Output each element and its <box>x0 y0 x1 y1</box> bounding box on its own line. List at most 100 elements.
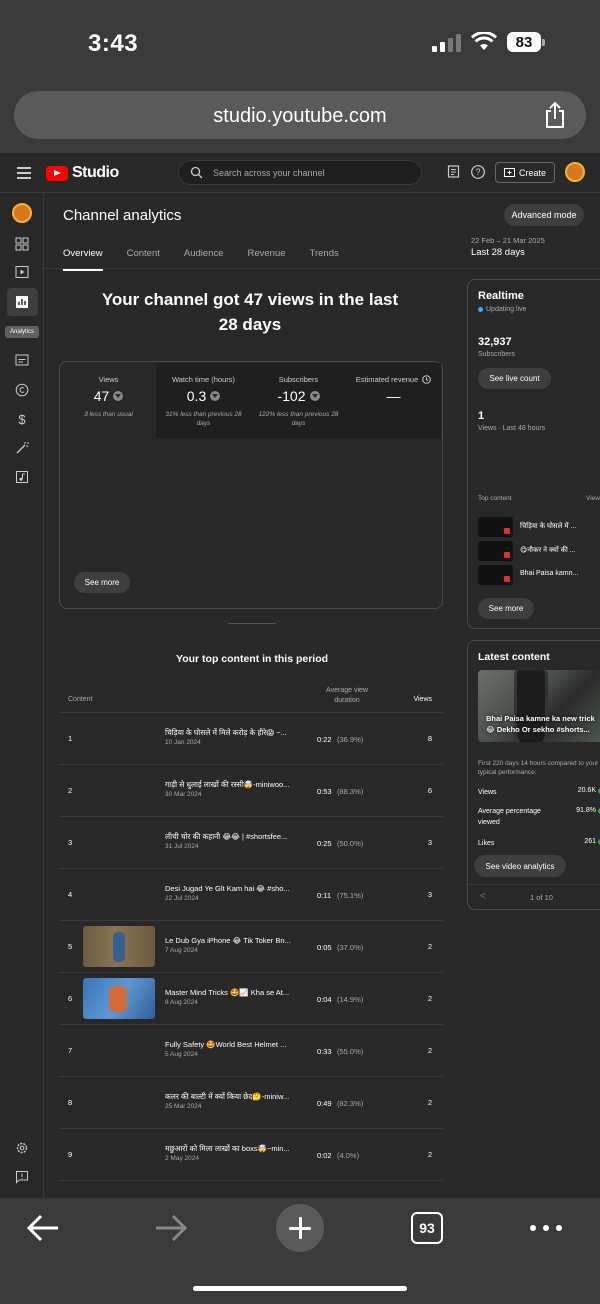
video-views: 6 <box>427 786 432 795</box>
date-period-label[interactable]: Last 28 days <box>471 247 525 258</box>
see-live-count-button[interactable]: See live count <box>478 368 551 389</box>
audio-library-icon[interactable] <box>15 470 29 484</box>
table-row[interactable]: 4 Desi Jugad Ye Glt Kam hai 😂 #sho... 22 J… <box>59 869 443 921</box>
table-row[interactable]: 1 चिड़िया के घोसले में मिले करोड़ के हीरे… <box>59 713 443 765</box>
advanced-mode-button[interactable]: Advanced mode <box>504 204 584 226</box>
video-title[interactable]: चिड़िया के घोसले में मिले करोड़ के हीरे😱… <box>165 728 287 738</box>
earn-icon[interactable]: $ <box>15 412 29 426</box>
status-indicators: 83 <box>432 32 545 52</box>
share-icon[interactable] <box>542 101 568 134</box>
date-range[interactable]: 22 Feb – 21 Mar 2025 <box>471 236 545 245</box>
avg-view-duration: 0:11 <box>317 891 332 900</box>
table-row[interactable]: 2 गाड़ी से धुलाई लाखों की रस्सी🤯-miniwoo.… <box>59 765 443 817</box>
realtime-views-header: View <box>586 495 600 502</box>
video-title[interactable]: Master Mind Tricks 🤩📈 Kha se At... <box>165 988 289 997</box>
stat-value: 20.6K <box>577 787 596 794</box>
latest-content-title: Latest content <box>478 651 550 663</box>
realtime-see-more-button[interactable]: See more <box>478 598 534 619</box>
video-views: 2 <box>427 942 432 951</box>
channel-avatar[interactable] <box>12 203 32 223</box>
table-row[interactable]: 3 लीची चोर की कहानी 😂😂 | #shortsfee... 31 … <box>59 817 443 869</box>
avg-view-duration: 0:04 <box>317 995 332 1004</box>
customization-icon[interactable] <box>15 441 29 455</box>
avg-view-duration: 0:53 <box>317 787 332 796</box>
tabs-count-button[interactable]: 93 <box>411 1212 443 1244</box>
create-button[interactable]: Create <box>495 162 555 183</box>
create-icon <box>503 168 515 177</box>
table-row[interactable]: 9 मछुआरों को मिला लाखों का boxs🤯~min... 2 … <box>59 1129 443 1181</box>
avg-view-duration: 0:22 <box>317 735 332 744</box>
realtime-title: Realtime <box>478 290 524 302</box>
metric-subscribers[interactable]: Subscribers -102 122% less than previous… <box>251 363 346 438</box>
metric-revenue[interactable]: Estimated revenue — <box>346 363 441 438</box>
trend-down-icon <box>210 391 221 401</box>
metrics-card: Views 47 3 less than usual Watch time (h… <box>59 361 443 609</box>
settings-icon[interactable] <box>15 1141 29 1155</box>
table-row[interactable]: 6 Master Mind Tricks 🤩📈 Kha se At... 8 Aug… <box>59 973 443 1025</box>
metric-watch-time[interactable]: Watch time (hours) 0.3 31% less than pre… <box>156 363 251 438</box>
back-arrow-icon[interactable] <box>26 1213 60 1243</box>
video-date: 7 Aug 2024 <box>165 947 198 954</box>
top-content-title: Your top content in this period <box>176 653 329 665</box>
url-text: studio.youtube.com <box>213 105 387 127</box>
video-title[interactable]: गाड़ी से धुलाई लाखों की रस्सी🤯-miniwoo..… <box>165 780 289 790</box>
pager-label: 1 of 10 <box>530 893 553 902</box>
menu-icon[interactable] <box>17 167 31 182</box>
col-views[interactable]: Views <box>413 696 432 703</box>
stat-value: 261 <box>584 838 596 845</box>
avg-view-percentage: (14.9%) <box>337 995 364 1004</box>
account-avatar[interactable] <box>565 162 585 182</box>
subtitles-icon[interactable] <box>15 353 29 367</box>
copyright-icon[interactable] <box>15 383 29 397</box>
video-title[interactable]: लीची चोर की कहानी 😂😂 | #shortsfee... <box>165 832 287 842</box>
table-row[interactable]: 5 Le Dub Gya iPhone 😂 Tik Toker Bn... 7 Au… <box>59 921 443 973</box>
svg-text:?: ? <box>475 167 480 177</box>
table-row[interactable]: 7 Fully Safety 🤩World Best Helmet ... 5 Au… <box>59 1025 443 1077</box>
video-title[interactable]: Desi Jugad Ye Glt Kam hai 😂 #sho... <box>165 884 290 893</box>
video-views: 2 <box>427 1046 432 1055</box>
svg-text:$: $ <box>18 412 26 426</box>
latest-caption-line1: Bhai Paisa kamne ka new trick <box>486 714 595 723</box>
analytics-icon[interactable] <box>15 295 29 309</box>
feedback-icon[interactable] <box>446 164 462 180</box>
search-input[interactable]: Search across your channel <box>178 160 422 185</box>
help-icon[interactable]: ? <box>470 164 486 180</box>
overview-headline: Your channel got 47 views in the last 28… <box>101 290 399 334</box>
video-thumbnail <box>478 517 513 537</box>
see-more-button[interactable]: See more <box>74 572 130 593</box>
video-title[interactable]: कलर की बाल्टी में क्यों किया छेद🤔-miniw.… <box>165 1092 289 1102</box>
tabs-divider <box>44 268 600 269</box>
studio-logo[interactable]: Studio <box>46 164 119 182</box>
left-navigation-rail: Analytics $ <box>0 193 44 1198</box>
video-title[interactable]: Le Dub Gya iPhone 😂 Tik Toker Bn... <box>165 936 291 945</box>
avg-view-percentage: (4.0%) <box>337 1151 360 1160</box>
row-rank: 2 <box>68 786 73 795</box>
row-rank: 4 <box>68 890 73 899</box>
table-row[interactable]: 8 कलर की बाल्टी में क्यों किया छेद🤔-miniw… <box>59 1077 443 1129</box>
video-thumbnail <box>83 926 155 967</box>
chevron-left-icon[interactable]: < <box>480 891 486 902</box>
see-video-analytics-button[interactable]: See video analytics <box>474 855 566 877</box>
realtime-item[interactable]: चिड़िया के घोसले में ... <box>478 517 600 537</box>
send-feedback-icon[interactable] <box>15 1170 29 1184</box>
realtime-item[interactable]: Bhai Paisa kamn... <box>478 565 600 585</box>
metric-note: 3 less than usual <box>84 411 133 418</box>
video-title[interactable]: मछुआरों को मिला लाखों का boxs🤯~min... <box>165 1144 290 1154</box>
metric-views[interactable]: Views 47 3 less than usual <box>61 363 156 438</box>
clock-icon <box>422 375 432 384</box>
address-bar[interactable]: studio.youtube.com <box>14 91 586 139</box>
new-tab-button[interactable] <box>276 1204 324 1252</box>
realtime-item[interactable]: 😋नौकर ने क्यों की ... <box>478 541 600 561</box>
top-content-header: Content Average view duration Views <box>59 686 443 710</box>
forward-arrow-icon[interactable] <box>154 1213 188 1243</box>
realtime-item-title: चिड़िया के घोसले में ... <box>520 523 577 530</box>
updating-live-label: Updating live <box>486 306 527 313</box>
metric-value: 47 <box>93 388 110 404</box>
content-icon[interactable] <box>15 265 29 279</box>
more-options-icon[interactable] <box>530 1225 562 1231</box>
row-rank: 8 <box>68 1098 73 1107</box>
col-average-view-duration[interactable]: Average view duration <box>321 686 373 706</box>
latest-video-thumbnail[interactable]: Bhai Paisa kamne ka new trick 😂 Dekho Or … <box>478 670 600 742</box>
dashboard-icon[interactable] <box>15 237 29 251</box>
video-title[interactable]: Fully Safety 🤩World Best Helmet ... <box>165 1040 286 1049</box>
